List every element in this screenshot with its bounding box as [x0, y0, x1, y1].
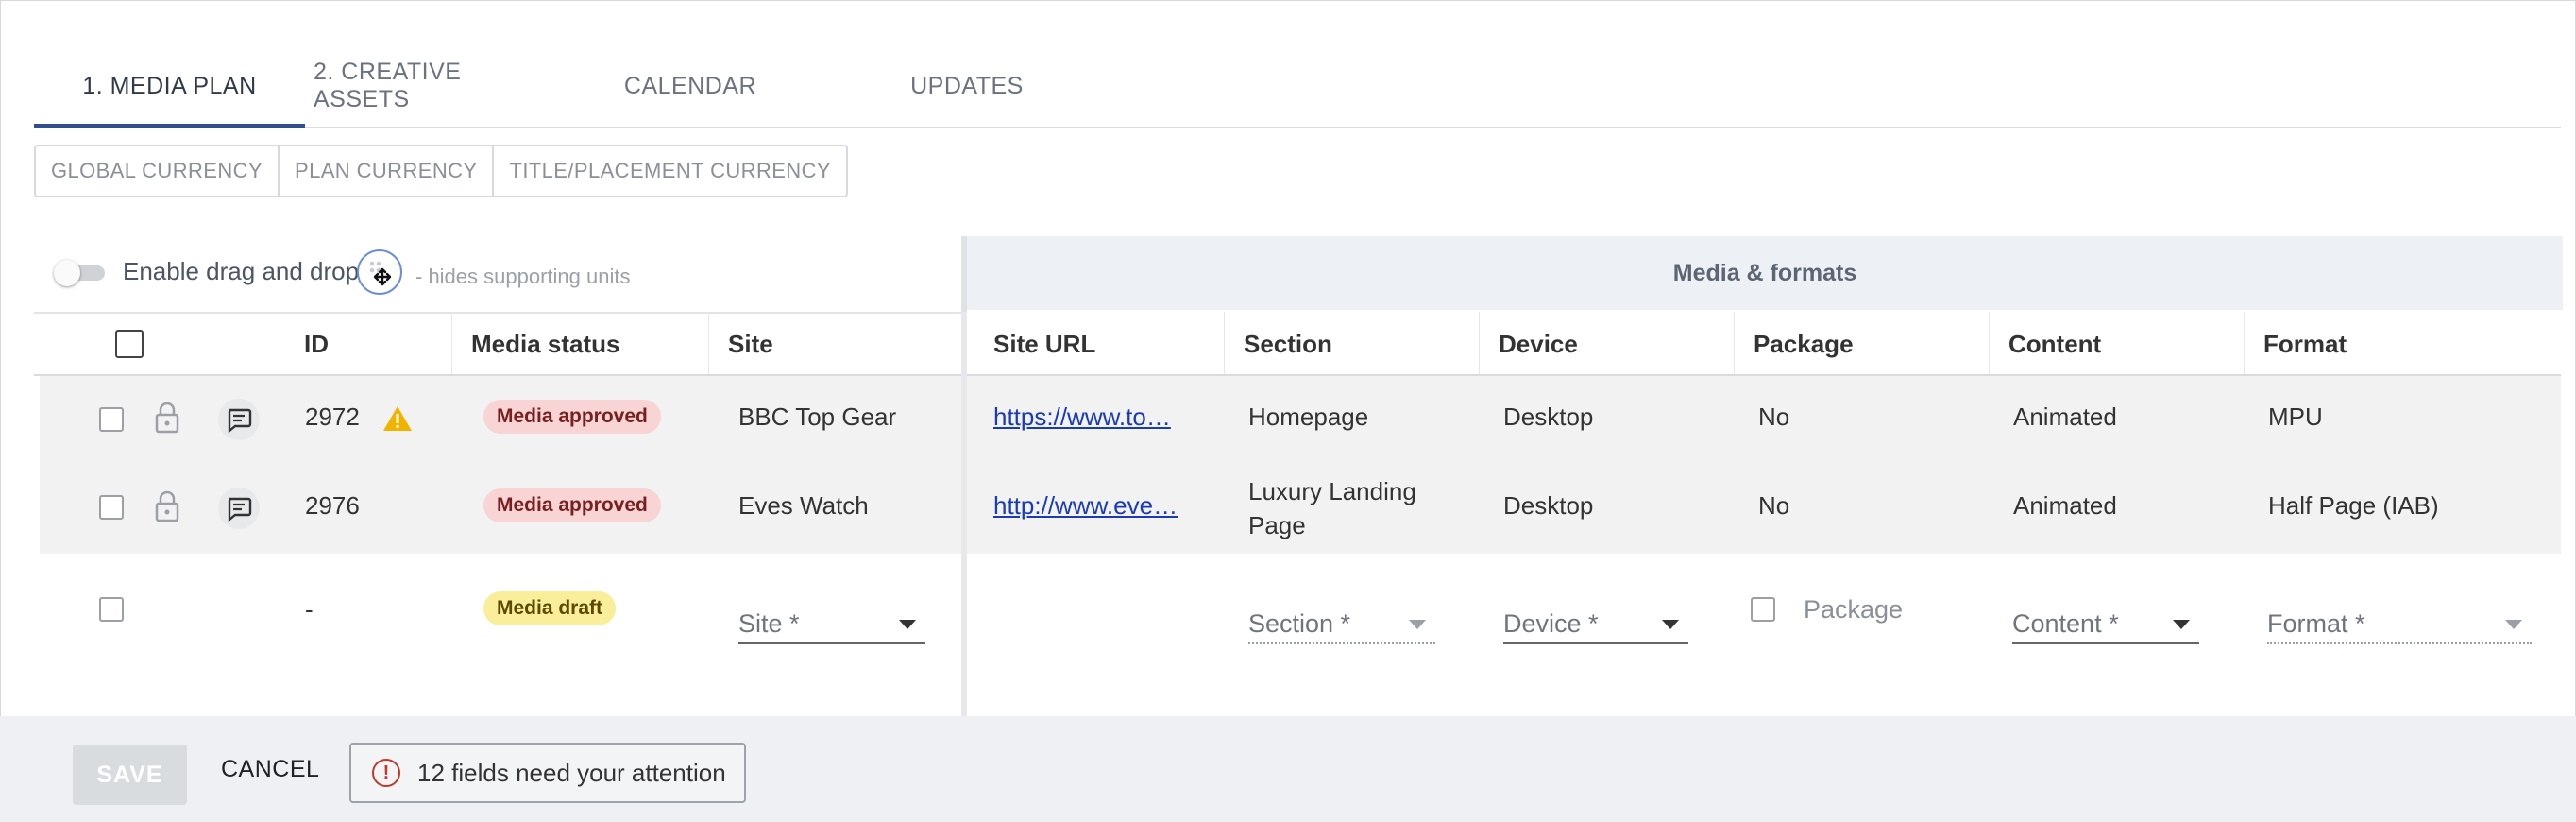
site-value: BBC Top Gear [738, 402, 897, 431]
site-select[interactable]: Site * [738, 605, 925, 644]
tab-creative-assets[interactable]: 2. CREATIVE ASSETS [314, 45, 540, 127]
column-header-format[interactable]: Format [2244, 312, 2561, 376]
status-badge: Media approved [483, 488, 661, 522]
select-all-checkbox[interactable] [115, 330, 144, 358]
lock-icon[interactable] [153, 401, 181, 435]
lock-icon[interactable] [153, 489, 181, 523]
site-url-link[interactable]: http://www.eve… [993, 491, 1178, 521]
chevron-down-icon [1662, 620, 1679, 629]
column-header-site[interactable]: Site [708, 312, 961, 376]
package-checkbox[interactable] [1751, 597, 1775, 622]
content-value: Animated [2013, 402, 2117, 431]
tab-updates[interactable]: UPDATES [877, 45, 1057, 127]
format-value: Half Page (IAB) [2268, 491, 2439, 520]
package-value: No [1758, 402, 1790, 431]
row-id: 2972 [305, 402, 360, 431]
column-header-section[interactable]: Section [1224, 312, 1479, 376]
column-header-content[interactable]: Content [1989, 312, 2244, 376]
column-header-device[interactable]: Device [1479, 312, 1734, 376]
error-icon: ! [372, 759, 400, 787]
tab-calendar[interactable]: CALENDAR [601, 45, 780, 127]
content-value: Animated [2013, 491, 2117, 520]
row-checkbox[interactable] [99, 597, 124, 622]
drag-drop-label: Enable drag and drop [123, 257, 360, 285]
currency-toggle-group: GLOBAL CURRENCY PLAN CURRENCY TITLE/PLAC… [34, 145, 848, 197]
validation-alert-text: 12 fields need your attention [417, 758, 726, 787]
chevron-down-icon [2505, 620, 2522, 629]
frozen-column-separator [961, 312, 967, 718]
device-value: Desktop [1503, 491, 1594, 520]
row-checkbox[interactable] [99, 407, 124, 432]
site-value: Eves Watch [738, 491, 869, 520]
drag-move-icon[interactable] [357, 249, 402, 295]
plan-currency-button[interactable]: PLAN CURRENCY [280, 146, 495, 196]
comment-icon[interactable] [217, 398, 261, 441]
chevron-down-icon [2173, 620, 2190, 629]
active-tab-indicator [34, 124, 305, 128]
device-value: Desktop [1503, 402, 1594, 431]
drag-drop-toggle[interactable] [54, 260, 105, 286]
chevron-down-icon [1409, 620, 1426, 629]
table-row[interactable]: 2972 Media approved BBC Top Gear https:/… [40, 376, 2561, 463]
format-value: MPU [2268, 402, 2323, 431]
content-select[interactable]: Content * [2012, 605, 2199, 644]
toggle-knob [54, 260, 80, 286]
column-header-package[interactable]: Package [1734, 312, 1989, 376]
global-currency-button[interactable]: GLOBAL CURRENCY [36, 146, 280, 196]
title-placement-currency-button[interactable]: TITLE/PLACEMENT CURRENCY [494, 146, 845, 196]
media-formats-group-header: Media & formats [967, 236, 2563, 310]
drag-drop-hint: - hides supporting units [415, 265, 631, 288]
site-url-link[interactable]: https://www.to… [993, 402, 1171, 432]
chevron-down-icon [899, 620, 916, 629]
select-all-cell [96, 312, 162, 376]
cancel-button[interactable]: CANCEL [221, 756, 319, 783]
device-select[interactable]: Device * [1503, 605, 1688, 644]
row-id: - [305, 595, 314, 624]
column-header-site-url[interactable]: Site URL [974, 312, 1224, 376]
table-row[interactable]: 2976 Media approved Eves Watch http://ww… [40, 463, 2561, 554]
section-value: Homepage [1248, 402, 1369, 431]
package-label: Package [1804, 595, 1904, 624]
tab-media-plan[interactable]: 1. MEDIA PLAN [34, 45, 305, 127]
column-header-id[interactable]: ID [285, 312, 451, 376]
row-id: 2976 [305, 491, 360, 520]
section-value: Luxury Landing Page [1248, 477, 1416, 539]
package-value: No [1758, 491, 1790, 520]
tab-bar: 1. MEDIA PLAN 2. CREATIVE ASSETS CALENDA… [34, 45, 2561, 128]
save-button[interactable]: SAVE [73, 745, 187, 805]
row-checkbox[interactable] [99, 495, 124, 520]
comment-icon[interactable] [217, 487, 261, 530]
format-select[interactable]: Format * [2267, 605, 2532, 644]
status-badge: Media approved [483, 400, 661, 434]
warning-icon[interactable] [381, 404, 414, 433]
status-badge: Media draft [483, 591, 617, 625]
column-header-media-status[interactable]: Media status [451, 312, 708, 376]
validation-alert-button[interactable]: ! 12 fields need your attention [349, 743, 746, 803]
section-select[interactable]: Section * [1248, 605, 1435, 644]
